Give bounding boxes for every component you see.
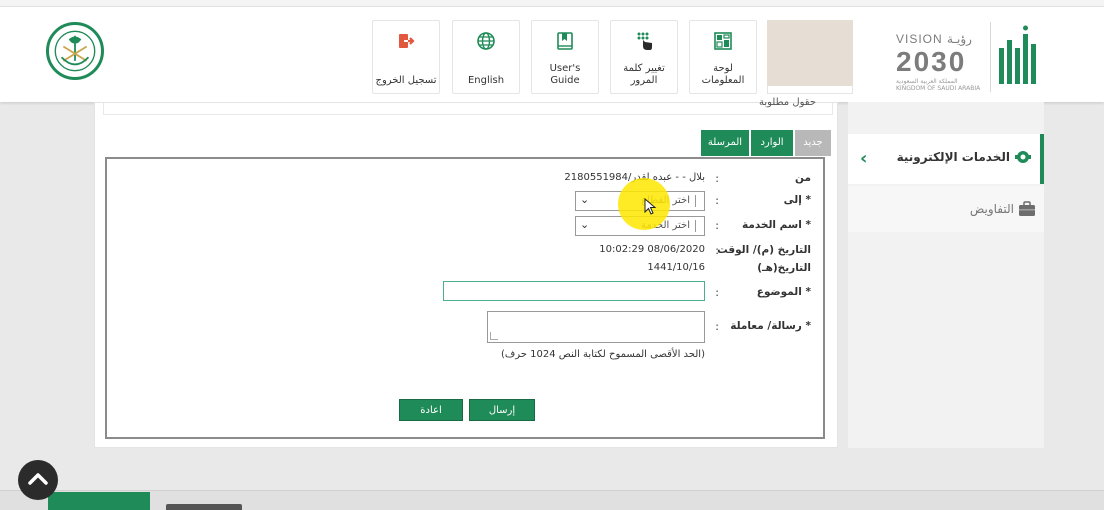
vision-2030-logo: VISION رؤيـة 2030 المملكة العربية السعود… bbox=[896, 26, 992, 92]
sidebar-item-eservices[interactable]: ‹ الخدمات الإلكترونية bbox=[848, 134, 1044, 184]
user-profile-tile[interactable] bbox=[767, 20, 853, 86]
subject-input[interactable] bbox=[443, 281, 705, 301]
tab-sent[interactable]: المرسلة bbox=[701, 130, 749, 156]
vision-kingdom: المملكة العربية السعودية KINGDOM OF SAUDI… bbox=[896, 78, 981, 92]
chevron-left-icon[interactable]: ‹ bbox=[860, 148, 867, 169]
hijri-label: التاريخ(هـ) bbox=[757, 262, 811, 274]
user-profile-tile-base bbox=[767, 86, 853, 94]
sidebar-item-label: الخدمات الإلكترونية bbox=[896, 150, 1010, 164]
dashboard-icon bbox=[714, 32, 732, 50]
from-row: من : 2180551984/بلال - - عبده لقدر bbox=[564, 172, 811, 185]
logout-label: تسجيل الخروج bbox=[375, 75, 437, 86]
sidebar-item-label: التفاويض bbox=[969, 202, 1014, 216]
to-row: إلى * : اختر القطاع ⌄ bbox=[105, 191, 823, 211]
send-button[interactable]: إرسال bbox=[469, 399, 535, 421]
briefcase-icon bbox=[1019, 201, 1035, 216]
message-textarea[interactable] bbox=[487, 311, 705, 343]
users-guide-label: User's Guide bbox=[549, 63, 581, 86]
dashboard-button[interactable]: لوحة المعلومات bbox=[689, 20, 757, 94]
change-password-button[interactable]: تغيير كلمة المرور bbox=[610, 20, 678, 94]
datetime-label: التاريخ (م)/ الوقت bbox=[717, 244, 811, 256]
absher-logo[interactable] bbox=[990, 22, 1042, 92]
vision-year: 2030 bbox=[896, 46, 967, 77]
logout-icon bbox=[399, 34, 415, 48]
service-label: اسم الخدمة * bbox=[741, 219, 811, 231]
scroll-to-top-button[interactable] bbox=[18, 460, 58, 500]
keypad-icon bbox=[637, 32, 652, 50]
sidebar: ‹ الخدمات الإلكترونية التفاويض bbox=[848, 102, 1044, 448]
new-message-form: من : 2180551984/بلال - - عبده لقدر إلى *… bbox=[105, 157, 825, 439]
english-button[interactable]: English bbox=[452, 20, 520, 94]
subject-row: الموضوع * : bbox=[105, 281, 823, 301]
dashboard-label: لوحة المعلومات bbox=[701, 63, 745, 86]
datetime-value: 10:02:29 08/06/2020 bbox=[599, 244, 705, 255]
footer-green-block bbox=[48, 492, 150, 510]
reset-button[interactable]: اعادة bbox=[399, 399, 463, 421]
site-header: تسجيل الخروج English User's Guide تغيير … bbox=[0, 0, 1104, 102]
max-length-hint: (الحد الأقصى المسموح لكتابة النص 1024 حر… bbox=[500, 349, 705, 360]
to-label: إلى * bbox=[783, 194, 811, 206]
tab-inbox[interactable]: الوارد bbox=[751, 130, 793, 156]
chevron-down-icon: ⌄ bbox=[580, 218, 590, 231]
hijri-value: 1441/10/16 bbox=[647, 262, 705, 273]
tab-new[interactable]: جديد bbox=[795, 130, 831, 156]
globe-icon bbox=[477, 32, 495, 50]
vision-word: VISION رؤيـة bbox=[896, 32, 972, 46]
change-password-label: تغيير كلمة المرور bbox=[623, 63, 665, 86]
resize-handle-icon[interactable] bbox=[490, 332, 498, 340]
sidebar-item-delegations[interactable]: التفاويض bbox=[848, 186, 1044, 232]
header-top-line bbox=[0, 0, 1104, 7]
service-row: اسم الخدمة * : اختر الخدمة ⌄ bbox=[105, 216, 823, 236]
from-label: من bbox=[795, 172, 811, 184]
footer-chip bbox=[166, 504, 242, 510]
chevron-up-icon bbox=[28, 473, 48, 485]
logout-button[interactable]: تسجيل الخروج bbox=[372, 20, 440, 94]
english-label: English bbox=[467, 75, 505, 86]
users-guide-button[interactable]: User's Guide bbox=[531, 20, 599, 94]
message-label: رسالة/ معاملة * bbox=[730, 320, 811, 332]
ministry-emblem-logo[interactable] bbox=[46, 22, 104, 80]
main-panel: حقول مطلوبة جديد الوارد المرسلة من : 218… bbox=[94, 97, 838, 448]
chevron-down-icon: ⌄ bbox=[580, 193, 590, 206]
eservices-icon bbox=[1015, 151, 1031, 163]
hijri-row: التاريخ(هـ) 1441/10/16 bbox=[105, 259, 823, 279]
required-fields-strip: حقول مطلوبة bbox=[103, 97, 833, 115]
datetime-row: التاريخ (م)/ الوقت : 10:02:29 08/06/2020 bbox=[599, 244, 811, 257]
message-row: رسالة/ معاملة * : bbox=[105, 311, 823, 345]
mouse-pointer-icon bbox=[644, 198, 657, 215]
subject-label: الموضوع * bbox=[756, 286, 811, 298]
book-icon bbox=[557, 32, 573, 50]
required-fields-note: حقول مطلوبة bbox=[758, 97, 816, 108]
